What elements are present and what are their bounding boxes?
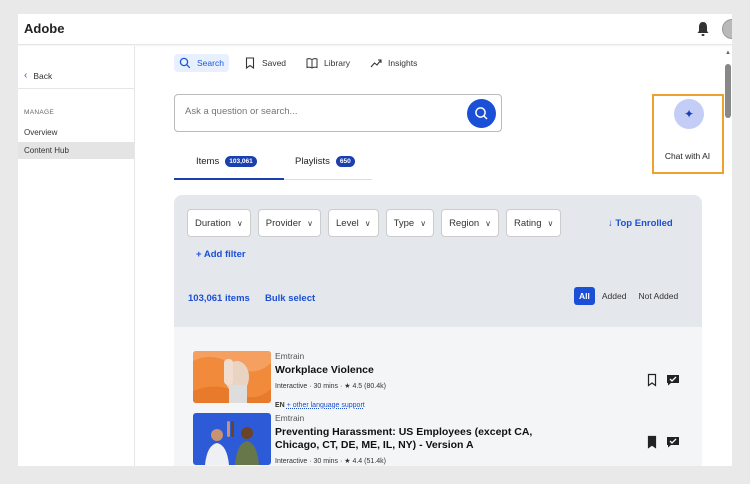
tab-playlists[interactable]: Playlists 650 bbox=[295, 156, 355, 167]
search-button[interactable] bbox=[467, 99, 496, 128]
bell-icon[interactable] bbox=[696, 21, 710, 37]
provider-name: Emtrain bbox=[275, 413, 305, 423]
results-count: 103,061 items bbox=[188, 293, 250, 304]
course-title[interactable]: Preventing Harassment: US Employees (exc… bbox=[275, 426, 545, 452]
chevron-down-icon: ∨ bbox=[236, 218, 243, 228]
sort-label: Top Enrolled bbox=[615, 218, 673, 229]
bookmark-icon bbox=[245, 57, 254, 69]
filter-label: Rating bbox=[514, 217, 542, 229]
sparkle-icon[interactable]: ✦ bbox=[674, 99, 704, 129]
scrollbar[interactable]: ▲ bbox=[724, 48, 732, 466]
active-tab-indicator bbox=[174, 178, 284, 180]
book-icon bbox=[306, 58, 318, 69]
bookmark-icon[interactable] bbox=[645, 373, 659, 387]
filter-provider[interactable]: Provider ∨ bbox=[257, 209, 322, 237]
filter-type[interactable]: Type ∨ bbox=[385, 209, 435, 237]
search-icon bbox=[475, 107, 488, 120]
tab-library[interactable]: Library bbox=[301, 54, 355, 72]
chevron-down-icon: ∨ bbox=[364, 218, 371, 228]
chat-with-ai-label: Chat with AI bbox=[664, 151, 711, 161]
sidebar: ‹ Back MANAGE Overview Content Hub bbox=[18, 46, 135, 466]
back-link[interactable]: ‹ Back bbox=[24, 70, 52, 81]
sort-button[interactable]: ↓ Top Enrolled bbox=[608, 218, 673, 229]
added-filter-segment: All Added Not Added bbox=[574, 287, 683, 305]
chevron-left-icon: ‹ bbox=[24, 70, 28, 81]
tab-label: Saved bbox=[261, 58, 287, 68]
results-list: Emtrain Workplace Violence Interactive ·… bbox=[174, 327, 702, 466]
course-thumbnail bbox=[193, 351, 271, 403]
section-label: MANAGE bbox=[24, 109, 54, 116]
back-label: Back bbox=[33, 70, 53, 81]
course-thumbnail bbox=[193, 413, 271, 465]
list-item[interactable]: Emtrain Preventing Harassment: US Employ… bbox=[193, 413, 693, 466]
filter-label: Duration bbox=[195, 217, 231, 229]
filter-panel: Duration ∨ Provider ∨ Level ∨ Type ∨ Region ∨… bbox=[174, 195, 702, 466]
tab-label: Insights bbox=[388, 58, 418, 68]
add-filter-button[interactable]: + Add filter bbox=[196, 249, 246, 260]
course-meta: Interactive · 30 mins · ★ 4.5 (80.4k) bbox=[275, 383, 386, 390]
tab-insights[interactable]: Insights bbox=[365, 54, 422, 72]
tab-label: Library bbox=[324, 58, 351, 68]
add-filter-label: Add filter bbox=[203, 249, 246, 260]
tab-search[interactable]: Search bbox=[174, 54, 229, 72]
trend-icon bbox=[370, 59, 382, 68]
course-title[interactable]: Workplace Violence bbox=[275, 364, 374, 377]
scroll-up-icon[interactable]: ▲ bbox=[725, 50, 731, 56]
filter-label: Region bbox=[449, 217, 480, 229]
filter-rating[interactable]: Rating ∨ bbox=[506, 209, 562, 237]
divider bbox=[18, 88, 135, 89]
segment-added[interactable]: Added bbox=[597, 287, 632, 305]
bulk-select-button[interactable]: Bulk select bbox=[265, 293, 315, 304]
tab-label: Search bbox=[197, 58, 224, 68]
sidebar-item-overview[interactable]: Overview bbox=[18, 124, 134, 141]
search-icon bbox=[179, 57, 191, 69]
language-support-link[interactable]: + other language support bbox=[287, 402, 365, 409]
plus-icon: + bbox=[196, 249, 202, 260]
language-code: EN bbox=[275, 402, 285, 409]
language-info: EN + other language support bbox=[275, 402, 365, 409]
avatar[interactable] bbox=[722, 19, 732, 39]
tab-label: Playlists bbox=[295, 156, 330, 167]
filter-bar: Duration ∨ Provider ∨ Level ∨ Type ∨ Region ∨… bbox=[187, 209, 562, 237]
tab-saved[interactable]: Saved bbox=[239, 54, 291, 72]
chat-with-ai-panel[interactable]: ✦ Chat with AI bbox=[652, 94, 724, 174]
app-window: Adobe ‹ Back MANAGE Overview Content Hub… bbox=[18, 14, 732, 466]
segment-not-added[interactable]: Not Added bbox=[633, 287, 683, 305]
add-to-assignment-icon[interactable] bbox=[666, 435, 680, 449]
chevron-down-icon: ∨ bbox=[485, 218, 492, 228]
provider-name: Emtrain bbox=[275, 351, 305, 361]
count-badge: 103,061 bbox=[225, 156, 257, 167]
chevron-down-icon: ∨ bbox=[420, 218, 427, 228]
count-badge: 650 bbox=[335, 156, 355, 167]
chevron-down-icon: ∨ bbox=[547, 218, 554, 228]
list-item[interactable]: Emtrain Workplace Violence Interactive ·… bbox=[193, 351, 693, 409]
tab-label: Items bbox=[196, 156, 220, 167]
tab-items[interactable]: Items 103,061 bbox=[196, 156, 257, 167]
search-input[interactable] bbox=[185, 106, 455, 117]
segment-all[interactable]: All bbox=[574, 287, 595, 305]
content-tabs: Items 103,061 Playlists 650 bbox=[174, 156, 372, 180]
course-meta: Interactive · 30 mins · ★ 4.4 (51.4k) bbox=[275, 458, 386, 465]
filter-label: Type bbox=[393, 217, 415, 229]
app-logo: Adobe bbox=[24, 21, 65, 36]
filter-region[interactable]: Region ∨ bbox=[441, 209, 500, 237]
filter-label: Provider bbox=[265, 217, 302, 229]
scrollbar-thumb[interactable] bbox=[725, 64, 731, 118]
filter-duration[interactable]: Duration ∨ bbox=[187, 209, 251, 237]
bookmark-filled-icon[interactable] bbox=[645, 435, 659, 449]
main-content: Search Saved Library Insights ✦ Chat bbox=[136, 46, 726, 466]
chevron-down-icon: ∨ bbox=[307, 218, 314, 228]
filter-label: Level bbox=[336, 217, 359, 229]
top-tabs: Search Saved Library Insights bbox=[174, 54, 422, 72]
top-bar: Adobe bbox=[18, 14, 732, 45]
sidebar-item-content-hub[interactable]: Content Hub bbox=[18, 142, 134, 159]
arrow-down-icon: ↓ bbox=[608, 218, 613, 229]
filter-level[interactable]: Level ∨ bbox=[328, 209, 379, 237]
search-field bbox=[174, 94, 502, 132]
add-to-assignment-icon[interactable] bbox=[666, 373, 680, 387]
